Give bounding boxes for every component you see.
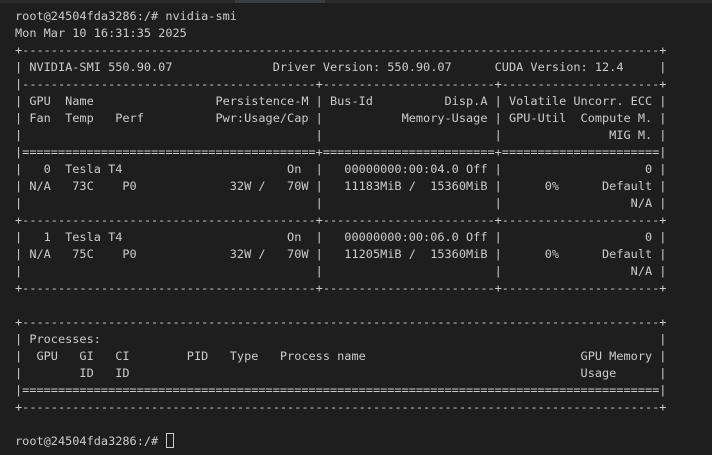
- scroll-indicator: [235, 0, 325, 3]
- timestamp-line: Mon Mar 10 16:31:35 2025: [15, 26, 187, 40]
- gpu-1-row-2: | N/A 75C P0 32W / 70W | 11205MiB / 1536…: [15, 247, 667, 261]
- gpu-separator: +---------------------------------------…: [15, 213, 667, 227]
- column-header-row-2: | Fan Temp Perf Pwr:Usage/Cap | Memory-U…: [15, 111, 667, 125]
- processes-title-row: | Processes: |: [15, 332, 667, 346]
- terminal-output: root@24504fda3286:/# nvidia-smi Mon Mar …: [15, 8, 666, 450]
- processes-border-top: +---------------------------------------…: [15, 315, 667, 329]
- processes-border-bottom: +---------------------------------------…: [15, 400, 667, 414]
- command-line: root@24504fda3286:/# nvidia-smi: [15, 9, 237, 23]
- processes-separator: |=======================================…: [15, 383, 667, 397]
- version-header-row: | NVIDIA-SMI 550.90.07 Driver Version: 5…: [15, 60, 667, 74]
- gpu-1-row-3: | | | N/A |: [15, 264, 667, 278]
- blank-line-2: [15, 416, 666, 433]
- gpu-0-row-3: | | | N/A |: [15, 196, 667, 210]
- column-header-row-3: | | | MIG M. |: [15, 128, 667, 142]
- table-divider: |---------------------------------------…: [15, 77, 667, 91]
- gpu-0-row-1: | 0 Tesla T4 On | 00000000:00:04.0 Off |…: [15, 162, 667, 176]
- gpu-0-row-2: | N/A 73C P0 32W / 70W | 11183MiB / 1536…: [15, 179, 667, 193]
- processes-header-row-2: | ID ID Usage |: [15, 366, 667, 380]
- shell-prompt: root@24504fda3286:/#: [15, 434, 166, 448]
- column-header-row-1: | GPU Name Persistence-M | Bus-Id Disp.A…: [15, 94, 667, 108]
- processes-header-row-1: | GPU GI CI PID Type Process name GPU Me…: [15, 349, 667, 363]
- terminal-window[interactable]: root@24504fda3286:/# nvidia-smi Mon Mar …: [0, 0, 712, 455]
- header-separator: |=======================================…: [15, 145, 667, 159]
- table-border-top: +---------------------------------------…: [15, 43, 667, 57]
- gpu-1-row-1: | 1 Tesla T4 On | 00000000:00:06.0 Off |…: [15, 230, 667, 244]
- text-cursor[interactable]: [166, 433, 175, 448]
- terminal-top-border: [0, 0, 712, 3]
- prompt-line[interactable]: root@24504fda3286:/#: [15, 433, 666, 450]
- gpu-table-bottom: +---------------------------------------…: [15, 281, 667, 295]
